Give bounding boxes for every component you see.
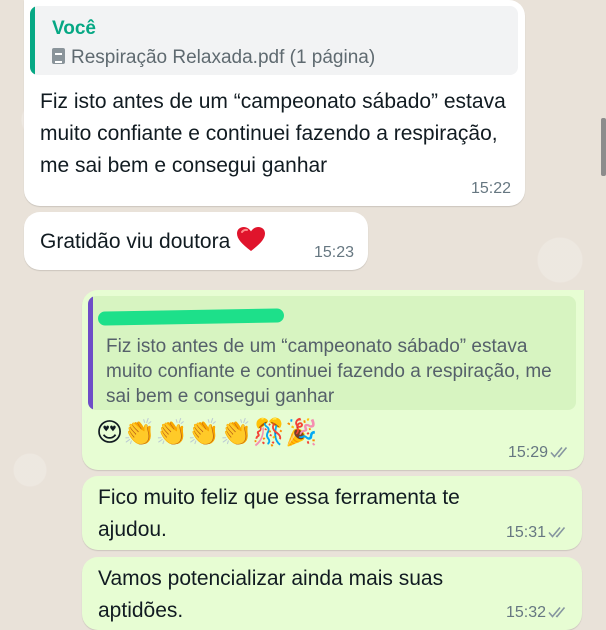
- quote-bar: [88, 296, 93, 410]
- message-bubble-outgoing[interactable]: Fiz isto antes de um “campeonato sábado”…: [82, 290, 584, 470]
- document-icon: [52, 48, 65, 64]
- message-bubble-outgoing[interactable]: Fico muito feliz que essa ferramenta te …: [82, 476, 582, 550]
- heart-icon: [237, 227, 266, 251]
- scrollbar[interactable]: [601, 118, 606, 176]
- message-text: Vamos potencializar ainda mais suas apti…: [98, 567, 444, 622]
- quoted-file-name: Respiração Relaxada.pdf (1 página): [71, 47, 376, 68]
- message-text: Gratidão viu doutora: [40, 230, 231, 253]
- message-time: 15:31: [505, 524, 546, 541]
- read-receipt-icon: [550, 446, 568, 458]
- quoted-file: Respiração Relaxada.pdf (1 página): [52, 47, 375, 69]
- message-time: 15:23: [313, 244, 354, 261]
- message-text-row: Gratidão viu doutora: [40, 226, 266, 258]
- message-time: 15:29: [507, 444, 548, 461]
- quoted-message[interactable]: Você Respiração Relaxada.pdf (1 página): [30, 6, 518, 75]
- message-bubble-incoming[interactable]: Você Respiração Relaxada.pdf (1 página) …: [24, 0, 525, 206]
- read-receipt-icon: [548, 526, 566, 538]
- redacted-sender-name: [97, 308, 285, 326]
- message-time: 15:22: [470, 180, 511, 197]
- message-text: Fico muito feliz que essa ferramenta te …: [98, 486, 460, 541]
- message-emojis: 😍👏👏👏👏🎊🎉: [96, 418, 318, 448]
- quoted-sender: Você: [52, 18, 97, 39]
- quoted-message[interactable]: Fiz isto antes de um “campeonato sábado”…: [88, 296, 576, 410]
- message-bubble-incoming[interactable]: Gratidão viu doutora 15:23: [24, 212, 368, 270]
- message-time: 15:32: [505, 604, 546, 621]
- message-text: Fiz isto antes de um “campeonato sábado”…: [40, 90, 506, 177]
- quoted-text: Fiz isto antes de um “campeonato sábado”…: [106, 336, 552, 407]
- quote-bar: [30, 6, 35, 75]
- message-bubble-outgoing[interactable]: Vamos potencializar ainda mais suas apti…: [82, 557, 582, 630]
- read-receipt-icon: [548, 606, 566, 618]
